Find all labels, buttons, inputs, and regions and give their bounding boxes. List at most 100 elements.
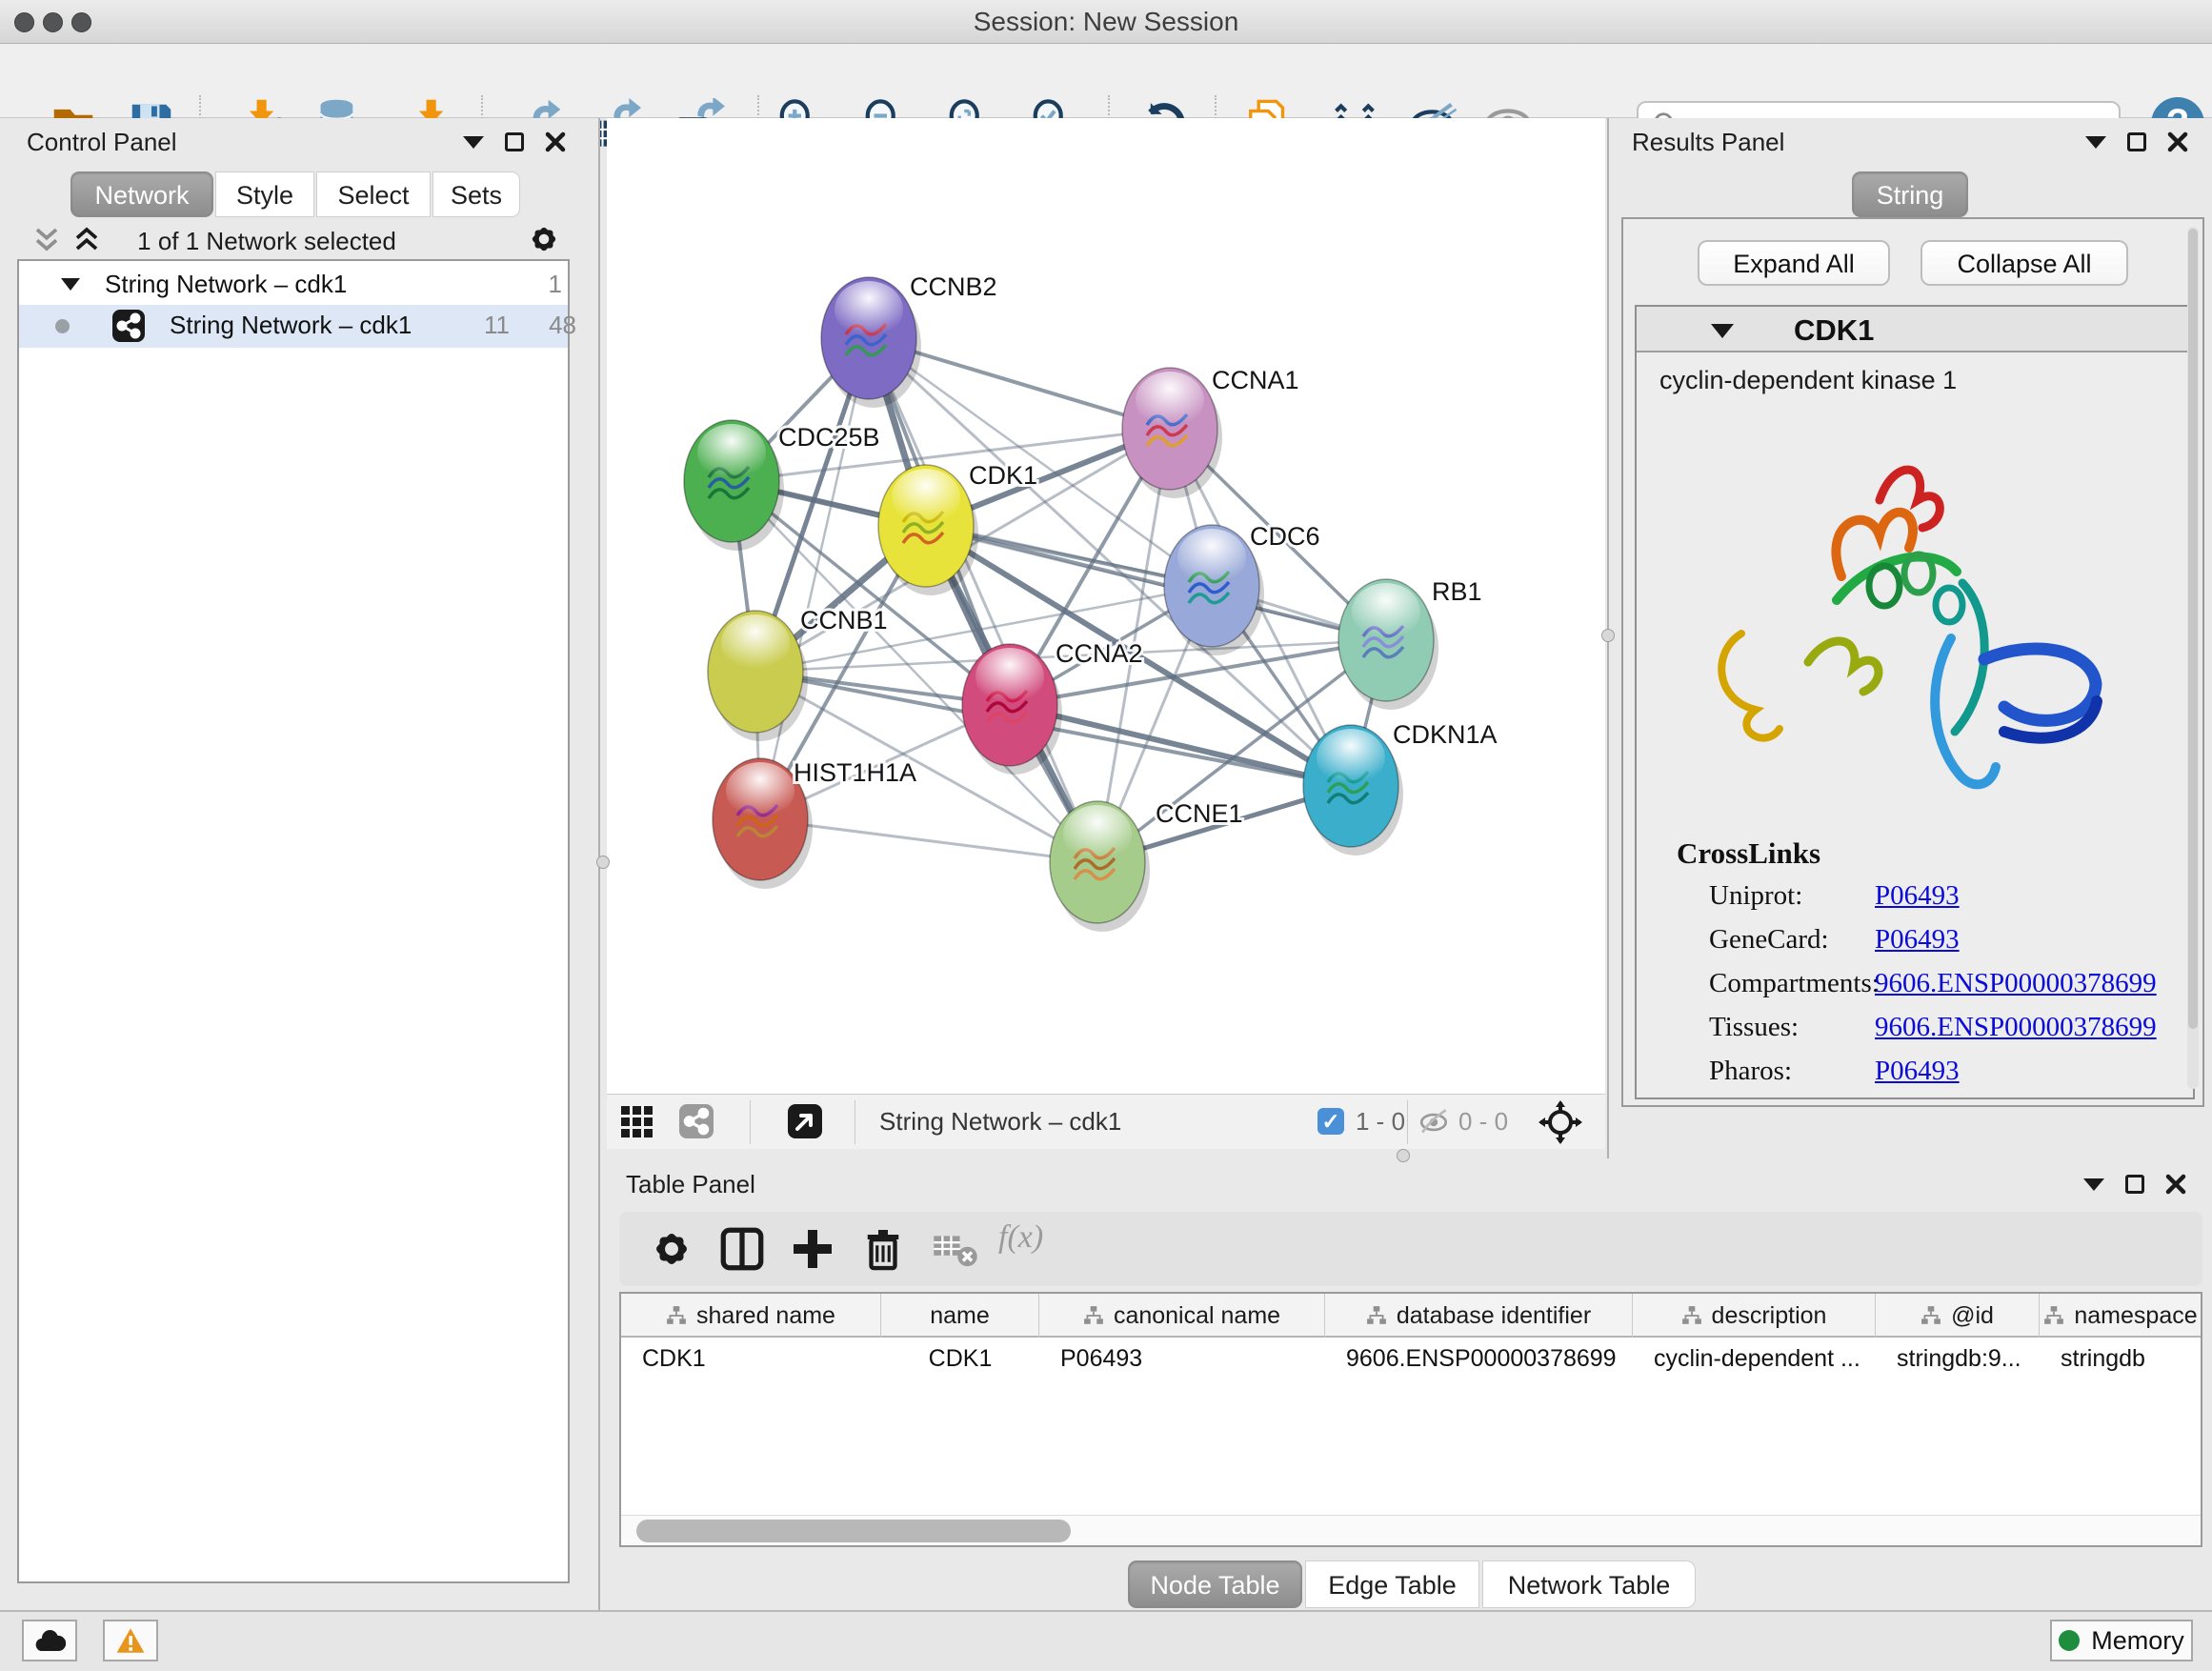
memory-button[interactable]: Memory: [2050, 1620, 2193, 1661]
selected-checkbox-icon[interactable]: ✓: [1317, 1108, 1344, 1135]
collapse-all-button[interactable]: Collapse All: [1920, 240, 2128, 286]
column-header-database-identifier[interactable]: database identifier: [1325, 1294, 1633, 1338]
tab-network[interactable]: Network: [70, 171, 213, 217]
network-row-selected[interactable]: String Network – cdk1 11 48: [19, 305, 568, 348]
network-node-count: 11: [457, 311, 510, 340]
string-results-container: Expand All Collapse All CDK1 cyclin-depe…: [1621, 217, 2204, 1107]
tab-node-table[interactable]: Node Table: [1128, 1560, 1302, 1608]
hidden-counts: 0 - 0: [1458, 1107, 1508, 1137]
table-hscrollbar[interactable]: [621, 1515, 2201, 1545]
crosslink-link[interactable]: P06493: [1875, 924, 1960, 956]
node-label: RB1: [1432, 577, 1482, 606]
grid-view-icon[interactable]: [620, 1105, 654, 1139]
panel-menu-icon[interactable]: [2083, 1178, 2104, 1191]
splitter-handle[interactable]: [1601, 629, 1615, 642]
warnings-button[interactable]: [103, 1620, 158, 1661]
panel-float-icon[interactable]: [505, 132, 524, 151]
control-panel: Control Panel Network Style Select Sets …: [0, 118, 600, 1610]
window-zoom-button[interactable]: [71, 12, 91, 32]
selected-counts: 1 - 0: [1356, 1107, 1405, 1137]
tab-style[interactable]: Style: [215, 171, 314, 217]
table-cell[interactable]: CDK1: [881, 1338, 1039, 1379]
crosslink-label: Uniprot:: [1709, 880, 1802, 912]
network-node-CCNA1[interactable]: CCNA1: [1122, 366, 1299, 498]
column-header-name[interactable]: name: [881, 1294, 1039, 1338]
network-node-CDKN1A[interactable]: CDKN1A: [1303, 720, 1498, 856]
table-toolbar: f(x): [619, 1212, 2202, 1286]
network-node-CCNE1[interactable]: CCNE1: [1050, 799, 1243, 932]
network-node-CDC25B[interactable]: CDC25B: [684, 420, 880, 551]
tab-string[interactable]: String: [1852, 171, 1968, 217]
table-hscrollbar-thumb[interactable]: [636, 1520, 1071, 1542]
node-label: CCNE1: [1156, 799, 1243, 828]
network-graph[interactable]: CCNB2CCNA1CDC25BCDK1CDC6RB1CCNB1CCNA2CDK…: [607, 118, 1605, 1094]
panel-menu-icon[interactable]: [463, 136, 484, 149]
splitter-handle[interactable]: [1397, 1149, 1410, 1162]
panel-close-icon[interactable]: [2167, 131, 2188, 152]
crosslink-link[interactable]: P06493: [1875, 1056, 1960, 1087]
network-node-CDK1[interactable]: CDK1: [878, 461, 1037, 595]
crosslink-link[interactable]: 9606.ENSP00000378699: [1875, 1012, 2157, 1043]
column-header--id[interactable]: @id: [1876, 1294, 2040, 1338]
crosslink-link[interactable]: 9606.ENSP00000378699: [1875, 968, 2157, 999]
network-node-CCNB2[interactable]: CCNB2: [821, 272, 997, 408]
window-minimize-button[interactable]: [43, 12, 63, 32]
node-table[interactable]: shared namenamecanonical namedatabase id…: [619, 1292, 2202, 1547]
table-cell[interactable]: CDK1: [621, 1338, 881, 1379]
crosslinks-title: CrossLinks: [1677, 836, 1820, 871]
column-header-shared-name[interactable]: shared name: [621, 1294, 881, 1338]
expand-all-button[interactable]: Expand All: [1698, 240, 1890, 286]
gear-icon[interactable]: [526, 221, 562, 257]
panel-close-icon[interactable]: [545, 131, 566, 152]
results-scrollbar[interactable]: [2187, 227, 2199, 1089]
pan-crosshair-icon[interactable]: [1538, 1100, 1582, 1144]
control-panel-title: Control Panel: [27, 128, 177, 157]
string-view-icon[interactable]: [679, 1104, 714, 1138]
crosslink-label: Pharos:: [1709, 1056, 1792, 1087]
select-columns-icon[interactable]: [718, 1225, 766, 1273]
table-cell[interactable]: stringdb: [2040, 1338, 2202, 1379]
node-label: CCNB1: [800, 606, 888, 634]
network-node-CDC6[interactable]: CDC6: [1164, 522, 1320, 655]
crosslink-label: Tissues:: [1709, 1012, 1799, 1043]
network-node-RB1[interactable]: RB1: [1338, 577, 1482, 710]
column-type-icon: [1366, 1305, 1387, 1326]
delete-column-icon[interactable]: [859, 1225, 907, 1273]
table-cell[interactable]: P06493: [1039, 1338, 1325, 1379]
window-close-button[interactable]: [14, 12, 34, 32]
warning-icon: [115, 1626, 146, 1655]
tab-sets[interactable]: Sets: [432, 171, 520, 217]
network-node-CCNB1[interactable]: CCNB1: [708, 606, 888, 741]
add-column-icon[interactable]: [789, 1225, 836, 1273]
tab-network-table[interactable]: Network Table: [1482, 1560, 1696, 1608]
crosslink-link[interactable]: P06493: [1875, 880, 1960, 912]
network-name: String Network – cdk1: [170, 311, 412, 340]
panel-menu-icon[interactable]: [2085, 136, 2106, 149]
network-collection-row[interactable]: String Network – cdk1 1: [19, 265, 568, 305]
table-panel-title: Table Panel: [626, 1170, 755, 1199]
panel-float-icon[interactable]: [2125, 1175, 2144, 1194]
gene-card-header[interactable]: CDK1: [1637, 307, 2193, 352]
status-bar: Memory: [0, 1610, 2212, 1671]
app-store-button[interactable]: [22, 1620, 77, 1661]
detach-view-icon[interactable]: [788, 1104, 822, 1138]
node-label: CDC6: [1250, 522, 1320, 551]
column-header-description[interactable]: description: [1633, 1294, 1876, 1338]
network-canvas[interactable]: CCNB2CCNA1CDC25BCDK1CDC6RB1CCNB1CCNA2CDK…: [607, 118, 1605, 1094]
table-cell[interactable]: cyclin-dependent ...: [1633, 1338, 1876, 1379]
panel-float-icon[interactable]: [2127, 132, 2146, 151]
network-node-HIST1H1A[interactable]: HIST1H1A: [713, 758, 916, 889]
table-settings-gear-icon[interactable]: [648, 1225, 695, 1273]
tab-edge-table[interactable]: Edge Table: [1305, 1560, 1479, 1608]
panel-close-icon[interactable]: [2165, 1174, 2186, 1195]
table-cell[interactable]: stringdb:9...: [1876, 1338, 2040, 1379]
column-header-canonical-name[interactable]: canonical name: [1039, 1294, 1325, 1338]
column-header-namespace[interactable]: namespace: [2040, 1294, 2202, 1338]
tab-select[interactable]: Select: [316, 171, 431, 217]
table-cell[interactable]: 9606.ENSP00000378699: [1325, 1338, 1633, 1379]
string-network-icon: [112, 310, 145, 342]
splitter-handle[interactable]: [596, 856, 610, 869]
function-builder-icon: f(x): [998, 1219, 1043, 1256]
gene-card-expander-icon[interactable]: [1711, 324, 1734, 338]
collection-expander-icon[interactable]: [61, 278, 80, 291]
